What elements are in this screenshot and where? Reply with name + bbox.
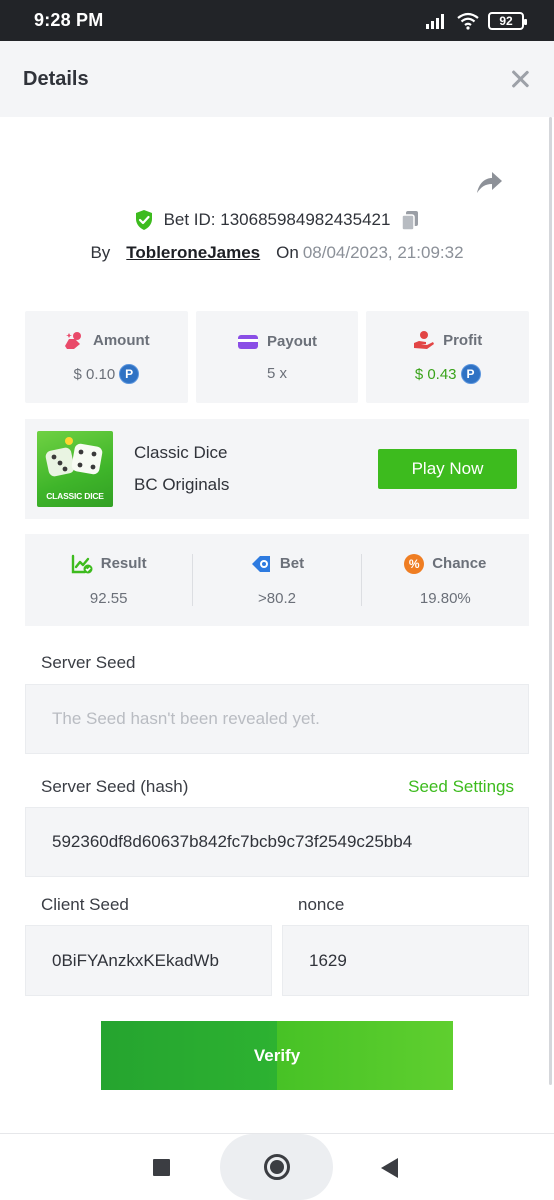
amount-icon bbox=[65, 332, 81, 349]
nonce-label: nonce bbox=[298, 895, 345, 914]
game-name: Classic Dice bbox=[134, 443, 228, 462]
client-seed-field[interactable]: 0BiFYAnzkxKEkadWb bbox=[25, 925, 272, 996]
chance-value: 19.80% bbox=[419, 589, 471, 607]
target-icon bbox=[251, 555, 270, 572]
home-icon[interactable] bbox=[264, 1154, 290, 1180]
card-icon bbox=[238, 334, 258, 349]
details-header: Details bbox=[0, 41, 554, 117]
chance-label: Chance bbox=[432, 555, 487, 572]
chance-col: % Chance 19.80% bbox=[362, 553, 529, 607]
server-hash-label: Server Seed (hash) bbox=[41, 777, 189, 796]
server-hash-field[interactable]: 592360df8d60637b842fc7bcb9c73f2549c25bb4 bbox=[25, 807, 529, 877]
client-seed-label: Client Seed bbox=[41, 895, 129, 914]
on-label: On bbox=[276, 243, 299, 262]
signal-icon bbox=[426, 13, 444, 29]
system-nav-bar bbox=[0, 1133, 554, 1200]
back-icon[interactable] bbox=[381, 1158, 398, 1178]
play-now-button[interactable]: Play Now bbox=[378, 449, 517, 489]
battery-icon: 92 bbox=[488, 11, 527, 30]
recents-icon[interactable] bbox=[153, 1159, 170, 1176]
server-hash-value: 592360df8d60637b842fc7bcb9c73f2549c25bb4 bbox=[52, 832, 413, 851]
bet-col: Bet >80.2 bbox=[193, 554, 360, 607]
game-card: CLASSIC DICE Classic Dice BC Originals P… bbox=[25, 419, 529, 519]
amount-card: Amount $ 0.10 P bbox=[25, 311, 188, 403]
status-bar: 9:28 PM 92 bbox=[0, 0, 554, 41]
profit-value: $ 0.43 bbox=[414, 365, 457, 383]
bet-id-row: Bet ID: 130685984982435421 bbox=[0, 207, 554, 233]
bet-stats: Amount $ 0.10 P Payout 5 x Profit $ 0.43… bbox=[25, 311, 530, 403]
status-icons: 92 bbox=[426, 11, 527, 30]
seed-settings-link[interactable]: Seed Settings bbox=[408, 777, 514, 797]
coin-icon: P bbox=[119, 364, 140, 384]
coin-icon: P bbox=[460, 364, 481, 384]
thumbnail-label: CLASSIC DICE bbox=[46, 491, 104, 501]
page-title: Details bbox=[23, 67, 89, 90]
payout-label: Payout bbox=[267, 333, 318, 350]
shield-check-icon bbox=[135, 210, 152, 230]
by-label: By bbox=[90, 243, 111, 262]
profit-icon bbox=[414, 331, 435, 349]
result-card: Result 92.55 Bet >80.2 % Chance 19.80% bbox=[25, 534, 529, 626]
nonce-value: 1629 bbox=[309, 950, 347, 970]
wifi-icon bbox=[457, 12, 479, 30]
copy-icon[interactable] bbox=[400, 209, 420, 231]
bet-id: Bet ID: 130685984982435421 bbox=[163, 210, 391, 229]
game-provider: BC Originals bbox=[134, 475, 230, 494]
result-chart-icon bbox=[71, 554, 93, 573]
verify-button[interactable]: Verify bbox=[101, 1021, 453, 1090]
battery-level: 92 bbox=[499, 13, 513, 28]
server-seed-label: Server Seed bbox=[41, 653, 136, 672]
bet-label: Bet bbox=[279, 555, 305, 572]
profit-label: Profit bbox=[443, 331, 483, 349]
dice-icon bbox=[45, 437, 103, 477]
amount-value: $ 0.10 bbox=[73, 365, 116, 383]
client-seed-value: 0BiFYAnzkxKEkadWb bbox=[52, 950, 219, 970]
share-icon[interactable] bbox=[474, 168, 504, 196]
server-seed-value: The Seed hasn't been revealed yet. bbox=[52, 709, 320, 728]
game-info: Classic Dice BC Originals bbox=[134, 443, 229, 495]
status-time: 9:28 PM bbox=[34, 10, 104, 30]
bet-author-row: By TobleroneJames On 08/04/2023, 21:09:3… bbox=[0, 240, 554, 266]
nonce-field[interactable]: 1629 bbox=[282, 925, 529, 996]
server-seed-field[interactable]: The Seed hasn't been revealed yet. bbox=[25, 684, 529, 754]
result-label: Result bbox=[100, 555, 147, 572]
game-thumbnail[interactable]: CLASSIC DICE bbox=[37, 431, 113, 507]
percent-icon: % bbox=[404, 553, 425, 574]
payout-card: Payout 5 x bbox=[195, 311, 359, 403]
user-link[interactable]: TobleroneJames bbox=[126, 243, 260, 263]
payout-value: 5 x bbox=[267, 364, 288, 382]
profit-card: Profit $ 0.43 P bbox=[366, 311, 530, 403]
bet-date: 08/04/2023, 21:09:32 bbox=[302, 243, 464, 262]
result-value: 92.55 bbox=[89, 589, 128, 607]
close-icon[interactable] bbox=[508, 67, 532, 91]
amount-label: Amount bbox=[93, 331, 150, 349]
bet-value: >80.2 bbox=[258, 589, 296, 607]
result-col: Result 92.55 bbox=[25, 554, 192, 607]
